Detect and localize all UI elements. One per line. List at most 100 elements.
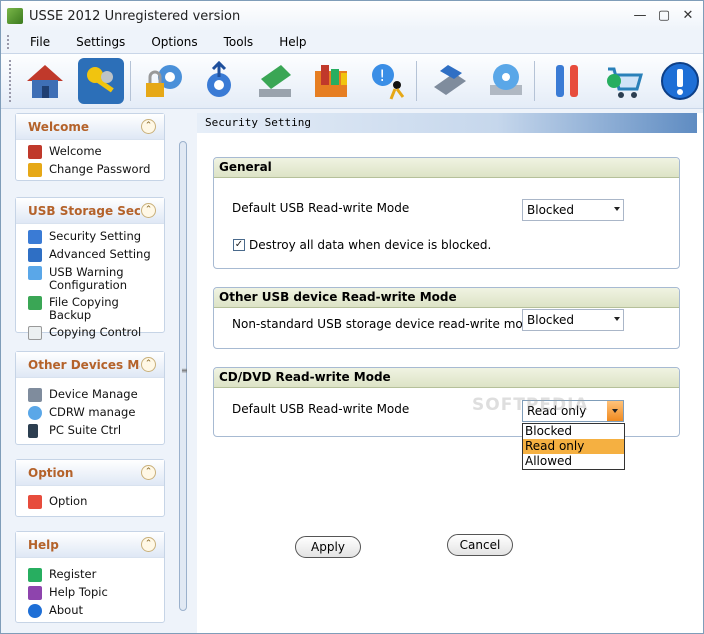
group-help: Help ⌃ Register Help Topic About	[15, 531, 165, 623]
lock-gear-icon	[28, 230, 42, 244]
main-toolbar: !	[1, 53, 703, 109]
sidebar-item-change-password[interactable]: Change Password	[16, 161, 164, 179]
sidebar-scrollbar[interactable]	[179, 141, 187, 611]
sidebar-item-security-setting[interactable]: Security Setting	[16, 228, 164, 246]
cart-icon	[28, 568, 42, 582]
usb-gear-icon	[28, 248, 42, 262]
svg-text:!: !	[379, 66, 385, 85]
dropdown-option-read-only[interactable]: Read only	[523, 439, 624, 454]
sidebar-item-label: Advanced Setting	[49, 247, 151, 261]
chevron-down-icon	[614, 317, 620, 321]
cd-drive-icon[interactable]	[483, 58, 529, 104]
maximize-button[interactable]: ▢	[657, 8, 671, 23]
chevron-down-icon	[614, 207, 620, 211]
chevron-up-icon[interactable]: ⌃	[141, 119, 156, 134]
chevron-up-icon[interactable]: ⌃	[141, 465, 156, 480]
tools-icon[interactable]	[545, 58, 591, 104]
info-icon[interactable]	[657, 58, 703, 104]
sidebar-item-label: CDRW manage	[49, 405, 136, 419]
destroy-data-label: Destroy all data when device is blocked.	[249, 238, 492, 252]
tools-icon	[28, 495, 42, 509]
group-title: Help	[28, 537, 59, 552]
close-button[interactable]: ✕	[681, 8, 695, 23]
sidebar-item-advanced-setting[interactable]: Advanced Setting	[16, 246, 164, 264]
sidebar-item-label: About	[49, 603, 84, 617]
app-icon	[7, 8, 23, 24]
toolbar-separator	[129, 61, 131, 101]
home-icon[interactable]	[22, 58, 68, 104]
sidebar-item-about[interactable]: About	[16, 602, 164, 620]
sidebar-item-register[interactable]: Register	[16, 566, 164, 584]
sidebar-item-cdrw-manage[interactable]: CDRW manage	[16, 404, 164, 422]
sidebar-item-option[interactable]: Option	[16, 493, 164, 511]
sidebar-item-file-copying-backup[interactable]: File Copying Backup	[16, 294, 164, 324]
sidebar-item-usb-warning[interactable]: USB Warning Configuration	[16, 264, 164, 294]
sidebar-item-device-manage[interactable]: Device Manage	[16, 386, 164, 404]
sidebar-item-label: Register	[49, 567, 97, 581]
usb-device-icon	[28, 388, 42, 402]
menu-grip	[7, 35, 10, 49]
sidebar-item-label: Copying Control	[49, 325, 142, 339]
splitter-grip-icon: ≡	[181, 366, 188, 375]
help-book-icon	[28, 586, 42, 600]
sidebar-item-label: Security Setting	[49, 229, 142, 243]
cddvd-dropdown-list: Blocked Read only Allowed	[522, 423, 625, 470]
general-mode-select[interactable]: Blocked	[522, 199, 624, 221]
run-icon[interactable]: !	[364, 58, 410, 104]
group-other-devices: Other Devices Ma...⌃ Device Manage CDRW …	[15, 351, 165, 445]
usb-gear-icon[interactable]	[196, 58, 242, 104]
cancel-button[interactable]: Cancel	[447, 534, 513, 556]
chevron-up-icon[interactable]: ⌃	[141, 537, 156, 552]
cd-drive-icon	[28, 406, 42, 420]
menu-settings[interactable]: Settings	[72, 35, 129, 49]
menu-bar: File Settings Options Tools Help	[1, 32, 703, 52]
dropdown-button[interactable]	[607, 401, 623, 421]
panel-title: CD/DVD Read-write Mode	[214, 368, 679, 388]
home-icon	[28, 145, 42, 159]
cart-icon[interactable]	[601, 58, 647, 104]
lock-gear-icon[interactable]	[141, 58, 187, 104]
sidebar-item-label: Option	[49, 494, 88, 508]
menu-options[interactable]: Options	[147, 35, 201, 49]
sidebar-item-label: Help Topic	[49, 585, 108, 599]
drive-icon[interactable]	[252, 58, 298, 104]
menu-tools[interactable]: Tools	[220, 35, 258, 49]
minimize-button[interactable]: —	[633, 8, 647, 23]
sidebar-item-help-topic[interactable]: Help Topic	[16, 584, 164, 602]
chevron-down-icon	[612, 409, 618, 413]
chevron-up-icon[interactable]: ⌃	[141, 203, 156, 218]
group-welcome: Welcome ⌃ Welcome Change Password	[15, 113, 165, 181]
menu-file[interactable]: File	[26, 35, 54, 49]
sidebar-item-copying-control[interactable]: Copying Control	[16, 324, 164, 342]
keys-icon[interactable]	[77, 58, 124, 104]
sidebar-item-label: Welcome	[49, 144, 102, 158]
usb-device-icon[interactable]	[427, 58, 473, 104]
section-title: Security Setting	[197, 113, 697, 133]
keys-icon	[28, 163, 42, 177]
other-mode-select[interactable]: Blocked	[522, 309, 624, 331]
panel-title: General	[214, 158, 679, 178]
sidebar-item-welcome[interactable]: Welcome	[16, 143, 164, 161]
drive-icon	[28, 296, 42, 310]
main-content: Security Setting General Default USB Rea…	[197, 113, 703, 633]
group-option: Option ⌃ Option	[15, 459, 165, 517]
document-icon	[28, 326, 42, 340]
destroy-data-checkbox[interactable]: ✓	[233, 239, 245, 251]
toolbar-separator	[534, 61, 536, 101]
group-title: Welcome	[28, 119, 90, 134]
sidebar: Welcome ⌃ Welcome Change Password USB Sto…	[7, 113, 175, 633]
menu-help[interactable]: Help	[275, 35, 310, 49]
other-mode-label: Non-standard USB storage device read-wri…	[232, 317, 538, 331]
apply-button[interactable]: Apply	[295, 536, 361, 558]
toolbar-separator	[415, 61, 417, 101]
sidebar-item-pc-suite-ctrl[interactable]: PC Suite Ctrl	[16, 422, 164, 440]
dropdown-option-allowed[interactable]: Allowed	[523, 454, 624, 469]
group-title: USB Storage Secu...	[28, 203, 140, 218]
folder-chart-icon[interactable]	[308, 58, 354, 104]
title-bar: USSE 2012 Unregistered version — ▢ ✕	[1, 1, 703, 31]
toolbar-grip	[9, 60, 12, 102]
chevron-up-icon[interactable]: ⌃	[141, 357, 156, 372]
dropdown-option-blocked[interactable]: Blocked	[523, 424, 624, 439]
warning-icon	[28, 266, 42, 280]
phone-icon	[28, 424, 38, 438]
